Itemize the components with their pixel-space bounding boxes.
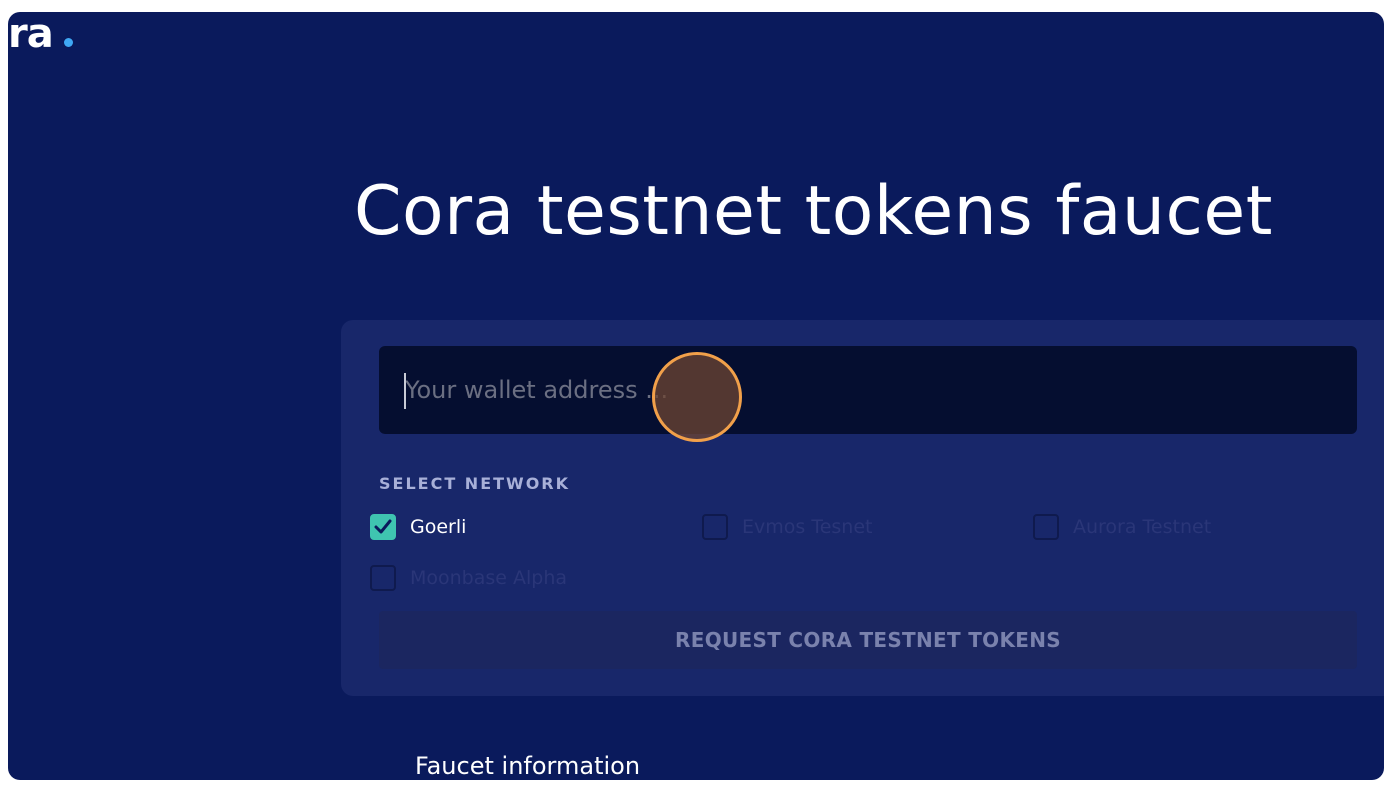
network-label-evmos: Evmos Tesnet bbox=[742, 516, 873, 538]
page-title: Cora testnet tokens faucet bbox=[354, 172, 1273, 251]
wallet-address-placeholder: Your wallet address ... bbox=[405, 376, 669, 404]
logo-text: ra bbox=[8, 12, 54, 57]
faucet-form-card: Your wallet address ... SELECT NETWORK G… bbox=[341, 320, 1384, 696]
checkmark-icon bbox=[374, 519, 392, 534]
logo-dot-icon bbox=[64, 38, 73, 47]
network-option-goerli[interactable]: Goerli bbox=[370, 512, 466, 542]
text-caret bbox=[404, 373, 406, 409]
checkbox-aurora[interactable] bbox=[1033, 514, 1059, 540]
request-tokens-button[interactable]: REQUEST CORA TESTNET TOKENS bbox=[379, 611, 1357, 669]
network-label-moonbase: Moonbase Alpha bbox=[410, 567, 568, 589]
network-option-evmos[interactable]: Evmos Tesnet bbox=[702, 512, 872, 542]
network-option-moonbase[interactable]: Moonbase Alpha bbox=[370, 563, 567, 593]
select-network-label: SELECT NETWORK bbox=[379, 474, 571, 493]
checkbox-moonbase[interactable] bbox=[370, 565, 396, 591]
wallet-address-input[interactable]: Your wallet address ... bbox=[379, 346, 1357, 434]
network-label-aurora: Aurora Testnet bbox=[1073, 516, 1212, 538]
network-label-goerli: Goerli bbox=[410, 516, 467, 538]
app-window: ra Cora testnet tokens faucet Your walle… bbox=[8, 12, 1384, 780]
checkbox-evmos[interactable] bbox=[702, 514, 728, 540]
checkbox-goerli[interactable] bbox=[370, 514, 396, 540]
faucet-information-heading[interactable]: Faucet information bbox=[415, 750, 640, 780]
network-option-aurora[interactable]: Aurora Testnet bbox=[1033, 512, 1211, 542]
logo[interactable]: ra bbox=[8, 12, 54, 57]
